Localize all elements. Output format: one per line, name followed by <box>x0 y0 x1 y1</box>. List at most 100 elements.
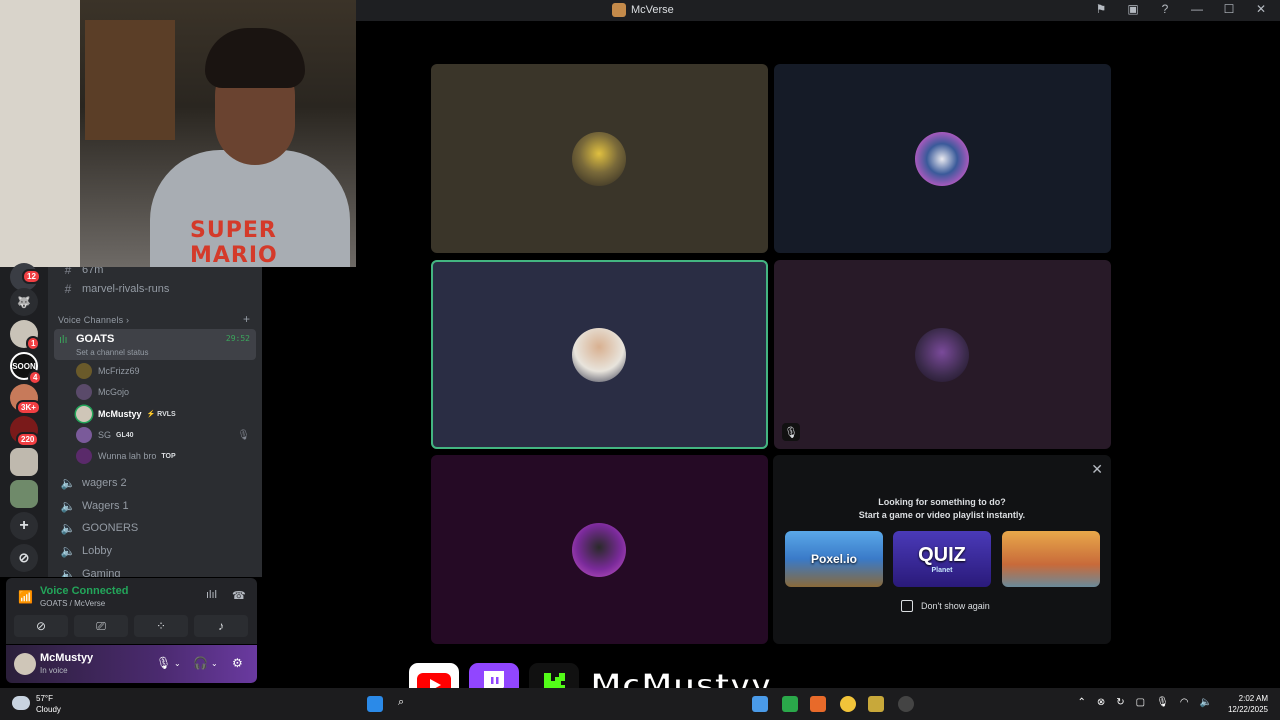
dont-show-label: Don't show again <box>921 601 990 611</box>
channel-name: Wagers 1 <box>82 500 129 512</box>
chevron-up-icon[interactable]: ⌃ <box>1077 697 1085 708</box>
voice-member[interactable]: McMustyy ⚡ RVLS <box>76 404 256 424</box>
muted-icon: 🎙 <box>782 423 800 441</box>
voice-channel[interactable]: 🔈 Wagers 1 <box>54 495 256 517</box>
server-icon-8[interactable] <box>10 480 38 508</box>
game-quiz-planet[interactable]: QUIZ Planet <box>893 531 991 587</box>
unread-badge: 1 <box>26 336 41 351</box>
voice-member[interactable]: Wunna lah bro TOP <box>76 446 256 466</box>
server-icon-2[interactable]: 🐺 <box>10 288 38 316</box>
activity-subheading: Start a game or video playlist instantly… <box>858 510 1026 520</box>
microphone-icon[interactable]: 🎙 <box>156 656 171 670</box>
camera-off-button[interactable]: ⊘ <box>14 615 68 637</box>
disconnect-icon[interactable]: ☎ <box>232 589 246 602</box>
chrome-icon[interactable] <box>840 696 856 712</box>
discord-screen: McVerse ⚑ ▣ ? — ☐ ✕ 🎙 ✕ Looking for some… <box>0 0 1280 720</box>
noise-suppression-icon[interactable]: ılıl <box>206 589 217 601</box>
chevron-down-icon[interactable]: ⌄ <box>174 659 181 668</box>
tile-wunna[interactable] <box>431 455 768 644</box>
channel-name: GOONERS <box>82 522 139 534</box>
search-icon[interactable]: ⌕ <box>398 696 414 712</box>
server-icon-4[interactable]: SOON 4 <box>10 352 43 385</box>
server-icon <box>612 3 626 17</box>
screen-share-button[interactable]: ⎚ <box>74 615 128 637</box>
voice-channel[interactable]: 🔈 Lobby <box>54 540 256 562</box>
channel-status[interactable]: Set a channel status <box>76 348 149 357</box>
participant-avatar <box>572 328 626 382</box>
voice-member[interactable]: SG GL40 🎙 <box>76 425 256 445</box>
tray-app-icon[interactable]: ▢ <box>1136 697 1145 708</box>
tile-sg[interactable]: 🎙 <box>774 260 1111 449</box>
taskbar-app-icon[interactable] <box>782 696 798 712</box>
close-icon[interactable]: ✕ <box>1091 461 1103 478</box>
member-tag: ⚡ RVLS <box>146 411 176 418</box>
taskbar-app-icon[interactable] <box>810 696 826 712</box>
channel-name: 67m <box>82 267 104 276</box>
clock-time: 2:02 AM <box>1238 694 1268 703</box>
tile-mcmustyy[interactable] <box>431 260 768 449</box>
close-button[interactable]: ✕ <box>1252 2 1270 16</box>
volume-icon[interactable]: 🔈 <box>1200 697 1212 708</box>
voice-channel[interactable]: 🔈 Gaming <box>54 563 256 577</box>
user-name[interactable]: McMustyy <box>40 652 93 664</box>
taskbar: 57°F Cloudy ⌕ ⌃ ⊗ ↻ ▢ 🎙 ◠ 🔈 2:02 AM 12/2… <box>0 688 1280 720</box>
game-poxel[interactable]: Poxel.io <box>785 531 883 587</box>
add-channel-icon[interactable]: + <box>243 312 250 326</box>
tile-mcfrizz[interactable] <box>431 64 768 253</box>
camera-off-icon: ⊘ <box>35 619 47 633</box>
channel-list: # 67m # marvel-rivals-runs Voice Channel… <box>48 267 262 577</box>
channel-marvel-rivals-runs[interactable]: # marvel-rivals-runs <box>54 278 256 300</box>
voice-channel[interactable]: 🔈 wagers 2 <box>54 472 256 494</box>
add-server-icon[interactable]: + <box>10 512 38 540</box>
taskbar-app-icon[interactable] <box>868 696 884 712</box>
activities-button[interactable]: ⁘ <box>134 615 188 637</box>
avatar[interactable] <box>14 653 36 675</box>
tray-app-icon[interactable]: ⊗ <box>1097 697 1105 708</box>
taskbar-app-icon[interactable] <box>752 696 768 712</box>
microphone-icon[interactable]: 🎙 <box>1156 697 1169 708</box>
member-name: SG <box>98 430 112 440</box>
connection-signal-icon[interactable]: 📶 <box>18 590 33 604</box>
wifi-icon[interactable]: ◠ <box>1180 697 1189 708</box>
screen-share-icon: ⎚ <box>96 618 106 633</box>
system-tray: ⌃ ⊗ ↻ ▢ 🎙 ◠ 🔈 <box>1077 697 1212 708</box>
game-title: Poxel.io <box>810 552 857 566</box>
tray-app-icon[interactable]: ↻ <box>1116 697 1124 708</box>
voice-connected-subtitle[interactable]: GOATS / McVerse <box>40 599 105 608</box>
discover-icon[interactable]: ⊘ <box>10 544 38 572</box>
voice-channel[interactable]: 🔈 GOONERS <box>54 517 256 539</box>
windows-start-icon[interactable] <box>367 696 383 712</box>
server-icon-3[interactable]: 1 <box>10 320 41 351</box>
server-label: SOON <box>12 361 36 371</box>
voice-member[interactable]: McFrizz69 <box>76 361 256 381</box>
weather-widget[interactable]: 57°F Cloudy <box>12 693 61 715</box>
game-third[interactable] <box>1002 531 1100 587</box>
speaker-icon: 🔈 <box>60 521 76 535</box>
chevron-down-icon[interactable]: ⌄ <box>211 659 218 668</box>
tile-mcgojo[interactable] <box>774 64 1111 253</box>
clock[interactable]: 2:02 AM 12/22/2025 <box>1228 693 1268 715</box>
server-icon-5[interactable]: 3K+ <box>10 384 41 415</box>
soundboard-button[interactable]: ♪ <box>194 615 248 637</box>
voice-channels-header[interactable]: Voice Channels › <box>58 315 129 325</box>
minimize-button[interactable]: — <box>1188 2 1206 16</box>
voice-channel-goats[interactable]: ılı GOATS Set a channel status 29:52 <box>54 329 256 360</box>
dont-show-again[interactable]: Don't show again <box>901 600 990 612</box>
game-subtitle: Planet <box>931 567 953 574</box>
taskbar-app-icon[interactable] <box>898 696 914 712</box>
server-icon-7[interactable] <box>10 448 38 476</box>
help-icon[interactable]: ? <box>1156 2 1174 16</box>
voice-connected-panel: 📶 Voice Connected GOATS / McVerse ılıl ☎… <box>6 578 257 644</box>
activities-icon: ⁘ <box>155 619 167 633</box>
unread-badge: 12 <box>22 269 41 284</box>
server-icon-6[interactable]: 220 <box>10 416 40 447</box>
headphones-icon[interactable]: 🎧 <box>193 656 208 670</box>
checkbox[interactable] <box>901 600 913 612</box>
gear-icon[interactable]: ⚙ <box>232 656 243 670</box>
channel-name: Gaming <box>82 568 121 577</box>
server-icon-1[interactable]: 12 <box>10 263 41 291</box>
popout-icon[interactable]: ▣ <box>1124 2 1142 16</box>
voice-member[interactable]: McGojo <box>76 382 256 402</box>
maximize-button[interactable]: ☐ <box>1220 2 1238 16</box>
inbox-icon[interactable]: ⚑ <box>1092 2 1110 16</box>
